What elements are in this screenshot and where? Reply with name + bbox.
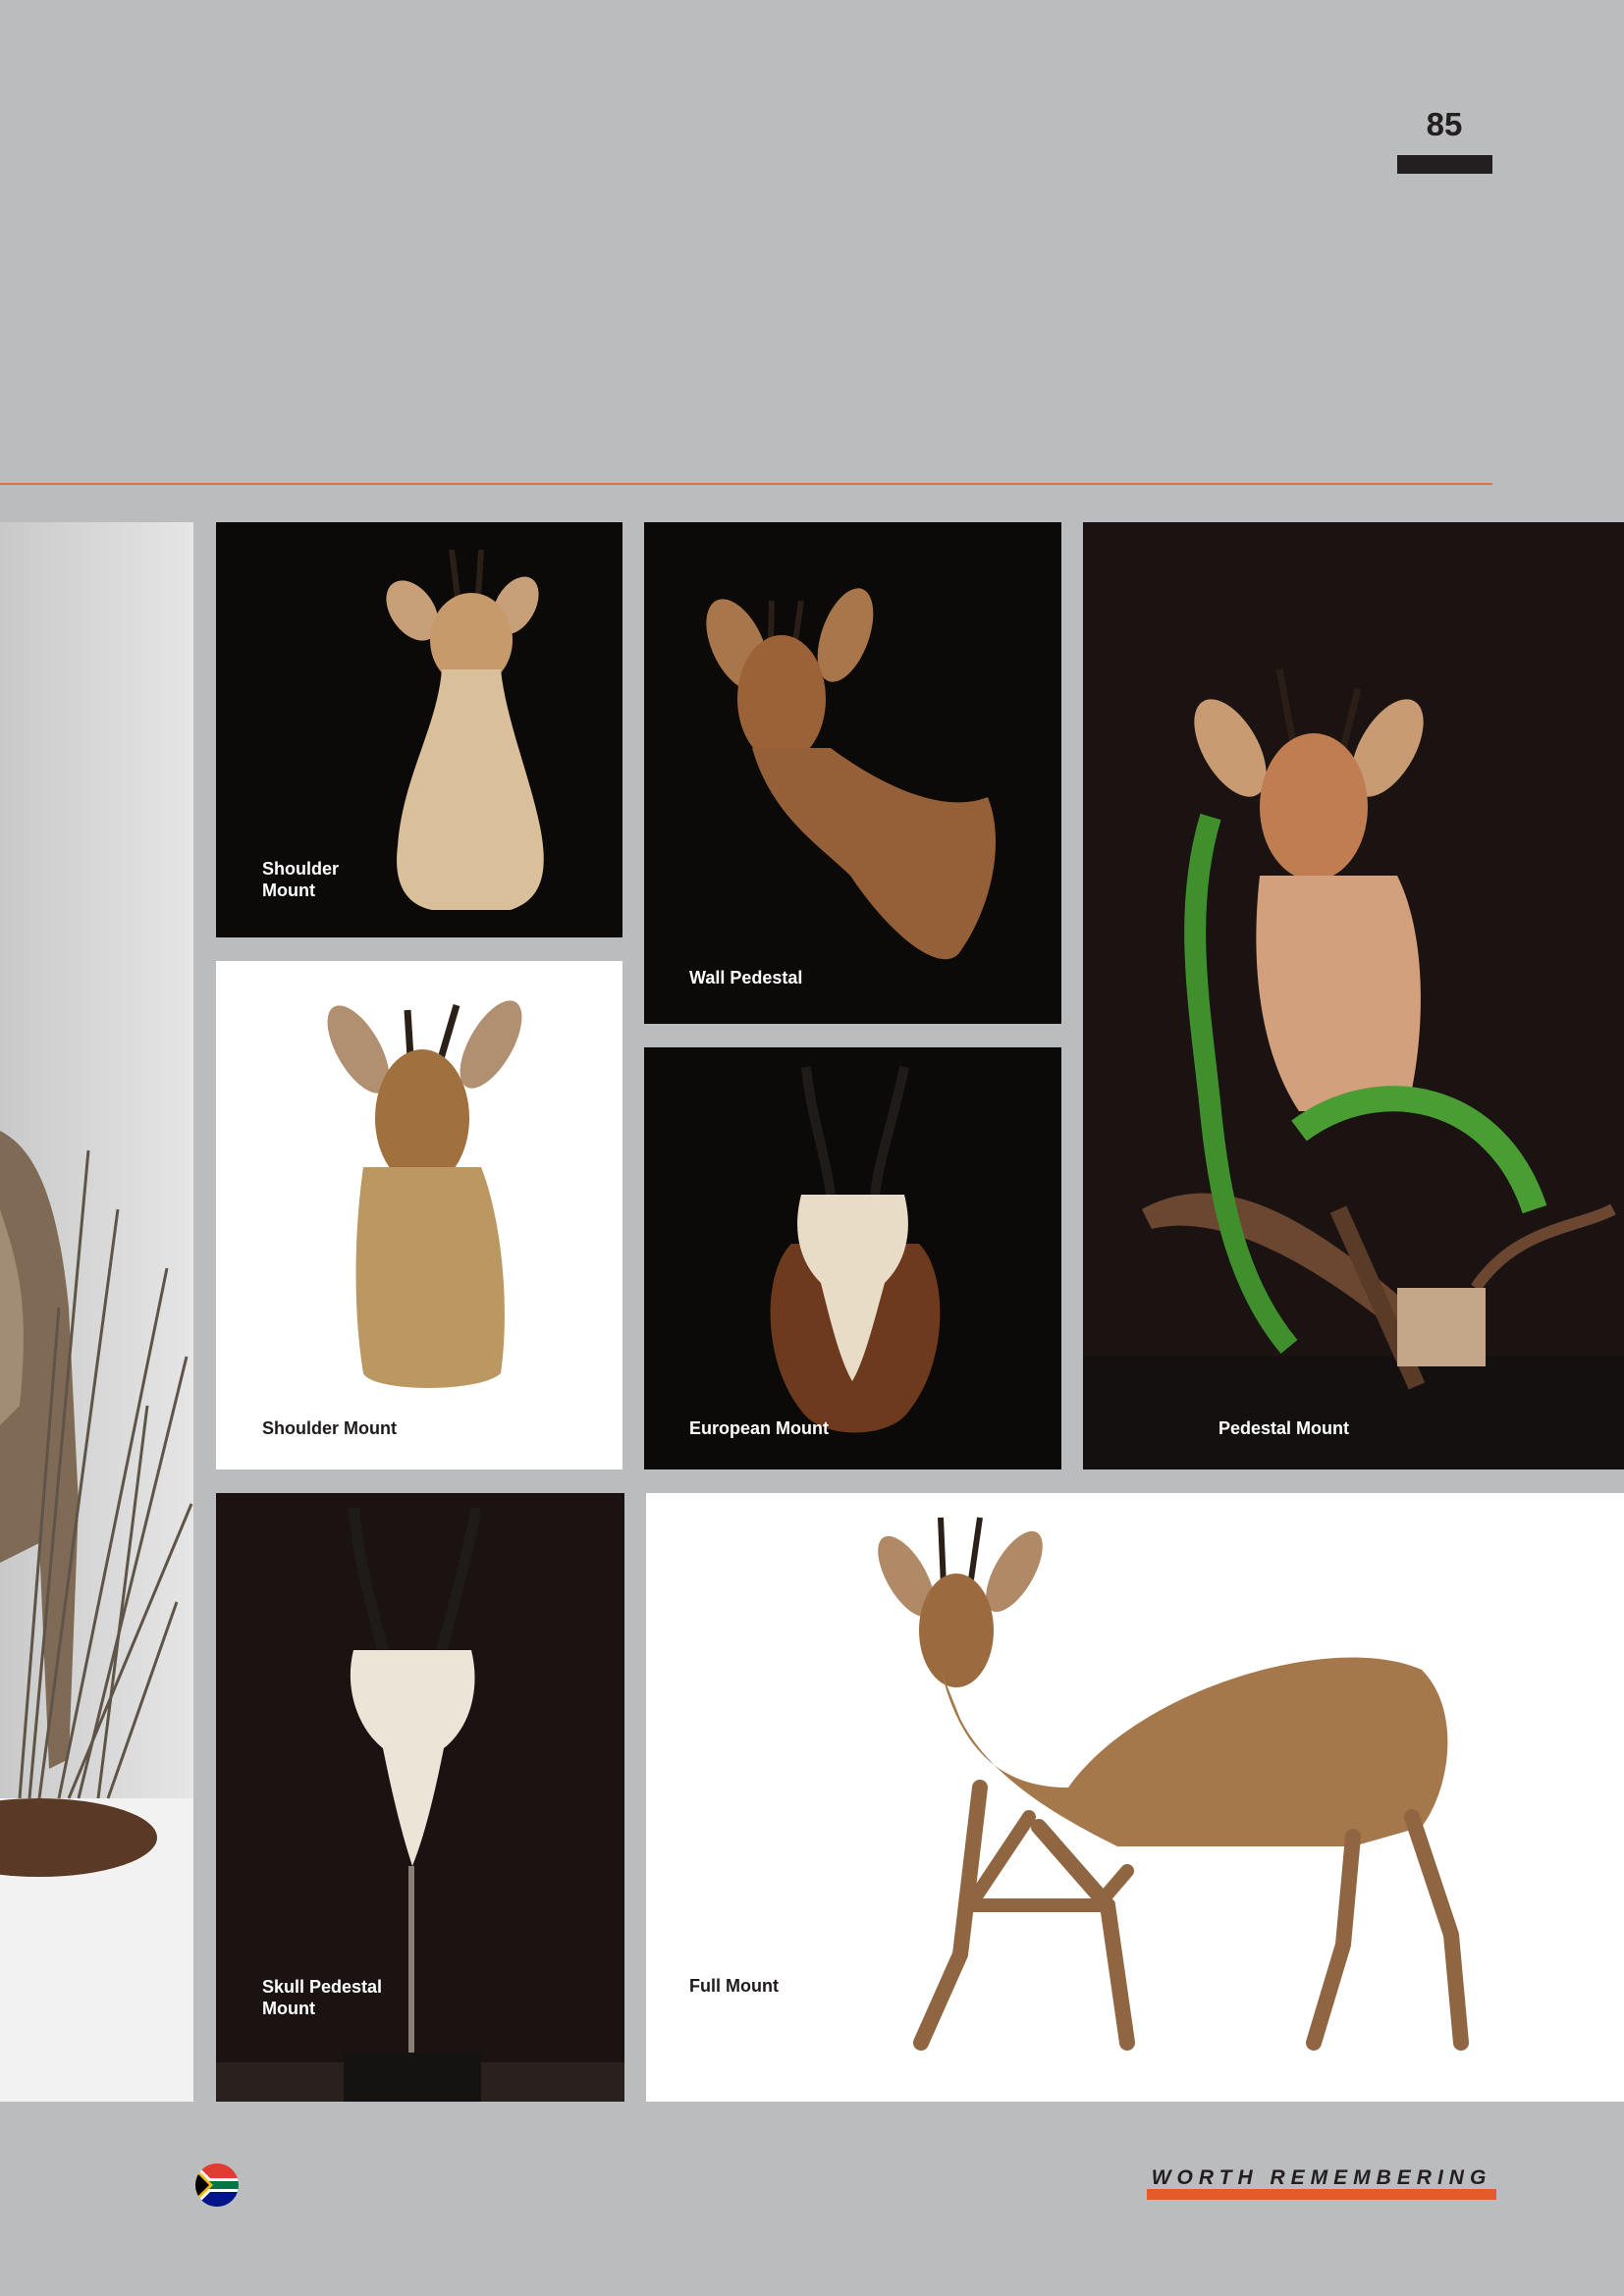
south-africa-flag-icon <box>195 2163 239 2207</box>
tagline-underline <box>1147 2189 1496 2200</box>
caption: Shoulder Mount <box>262 1418 397 1438</box>
caption: Wall Pedestal <box>689 968 803 988</box>
photo-left-edge <box>0 522 193 2102</box>
caption: Skull Pedestal Mount <box>262 1977 383 2018</box>
caption: Shoulder Mount <box>262 859 340 900</box>
photo-shoulder-mount-dark: Shoulder Mount <box>216 522 623 937</box>
caption: Pedestal Mount <box>1218 1418 1350 1438</box>
photo-shoulder-mount-white: Shoulder Mount <box>216 961 623 1469</box>
full-mount-cropped-image <box>0 522 193 2102</box>
caption: European Mount <box>689 1418 829 1438</box>
photo-full-mount: Full Mount <box>646 1493 1624 2102</box>
pedestal-mount-image <box>1083 668 1624 1469</box>
page-number: 85 <box>1426 106 1463 142</box>
page-number-bar <box>1397 155 1492 174</box>
photo-pedestal-mount: Pedestal Mount <box>1083 522 1624 1469</box>
photo-wall-pedestal: Wall Pedestal <box>644 522 1061 1024</box>
photo-european-mount: European Mount <box>644 1047 1061 1469</box>
wall-pedestal-image <box>706 588 997 960</box>
photo-skull-pedestal-mount: Skull Pedestal Mount <box>216 1493 624 2102</box>
caption: Full Mount <box>689 1976 779 1996</box>
european-mount-image <box>770 1066 941 1433</box>
full-mount-image <box>878 1517 1469 2051</box>
tagline: WORTH REMEMBERING <box>1151 2166 1492 2189</box>
orange-divider <box>0 483 1492 485</box>
shoulder-mount-image <box>327 1000 522 1388</box>
